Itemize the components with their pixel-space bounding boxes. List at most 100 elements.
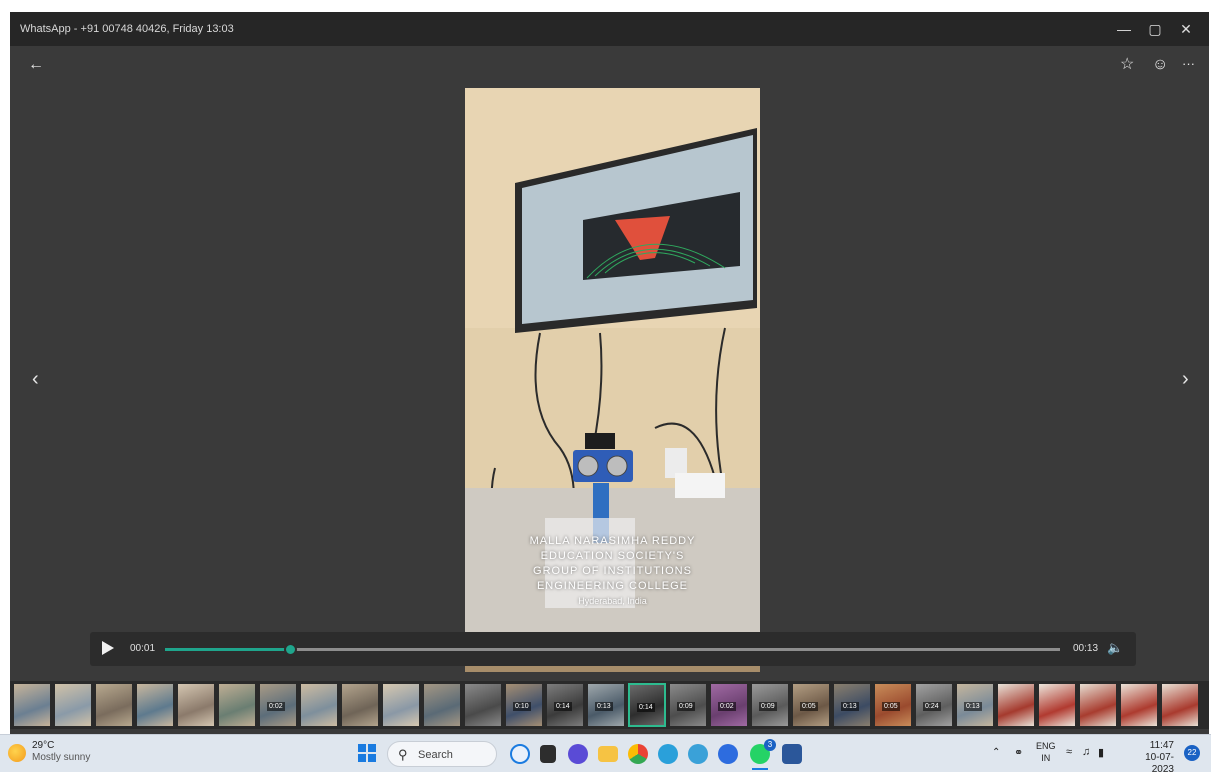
college-watermark: MALLA NARASIMHA REDDY EDUCATION SOCIETY'… [465, 534, 760, 609]
filmstrip-thumbnail[interactable] [95, 683, 133, 727]
filmstrip-thumbnail[interactable] [300, 683, 338, 727]
filmstrip-thumbnail[interactable] [54, 683, 92, 727]
thumbnail-duration: 0:13 [595, 702, 613, 711]
emoji-react-icon[interactable]: ☺ [1152, 55, 1168, 75]
thumbnail-duration: 0:14 [637, 703, 655, 712]
play-icon[interactable] [102, 641, 114, 655]
thumbnail-duration: 0:13 [841, 702, 859, 711]
weather-temp: 29°C [32, 740, 55, 751]
watermark-line: ENGINEERING COLLEGE [536, 580, 689, 592]
window-title: WhatsApp - +91 00748 40426, Friday 13:03 [20, 23, 234, 35]
filmstrip-thumbnail[interactable]: 0:09 [669, 683, 707, 727]
filmstrip-thumbnail[interactable]: 0:05 [792, 683, 830, 727]
teams-chat-icon[interactable] [568, 744, 588, 764]
bing-icon[interactable] [510, 744, 530, 764]
filmstrip-thumbnail[interactable]: 0:02 [710, 683, 748, 727]
task-view-icon[interactable] [540, 745, 556, 763]
filmstrip-thumbnail[interactable] [218, 683, 256, 727]
watermark-line: EDUCATION SOCIETY'S [540, 550, 685, 562]
weather-widget[interactable]: 29°C Mostly sunny [32, 740, 90, 764]
filmstrip-thumbnail[interactable]: 0:14 [546, 683, 584, 727]
media-stage: ‹ › MALLA NARASIMHA REDDY EDUCATION SOCI… [10, 86, 1209, 672]
tray-overflow-icon[interactable]: ⌃ [992, 747, 1000, 758]
seek-bar-progress [165, 648, 291, 651]
search-icon: ⚲ [398, 747, 408, 762]
filmstrip-thumbnail[interactable]: 0:13 [956, 683, 994, 727]
filmstrip-thumbnail[interactable] [1120, 683, 1158, 727]
clock-date: 10-07-2023 [1145, 752, 1174, 775]
volume-icon[interactable]: 🔈 [1107, 640, 1123, 656]
start-windows-icon[interactable] [358, 744, 376, 762]
telegram-icon[interactable] [658, 744, 678, 764]
edge-icon[interactable] [688, 744, 708, 764]
clock-time: 11:47 [1149, 740, 1174, 751]
filmstrip-thumbnail[interactable]: 0:13 [833, 683, 871, 727]
lang-code: ENG [1036, 741, 1056, 751]
filmstrip-thumbnail[interactable] [341, 683, 379, 727]
search-label: Search [418, 749, 453, 761]
taskbar-search[interactable]: ⚲ Search [387, 741, 497, 767]
restore-button[interactable]: ▢ [1142, 18, 1168, 40]
star-icon[interactable]: ☆ [1120, 55, 1134, 75]
watermark-line: MALLA NARASIMHA REDDY [529, 535, 696, 547]
filmstrip-thumbnail[interactable]: 0:05 [874, 683, 912, 727]
watermark-location: Hyderabad, India [578, 596, 647, 606]
thumbnail-duration: 0:05 [800, 702, 818, 711]
weather-desc: Mostly sunny [32, 752, 91, 763]
windows-taskbar: 29°C Mostly sunny ⚲ Search 3 ⌃ ⚭ ENG IN … [0, 734, 1211, 775]
thumbnail-duration: 0:09 [677, 702, 695, 711]
duration: 00:13 [1073, 643, 1099, 654]
media-viewer-window: WhatsApp - +91 00748 40426, Friday 13:03… [10, 12, 1209, 734]
chrome-icon[interactable] [628, 744, 648, 764]
media-filmstrip: 0:02 0:10 0:14 0:13 0:14 0:09 0:02 0:09 0:05 0:13… [10, 681, 1209, 729]
thumbnail-duration: 0:09 [759, 702, 777, 711]
filmstrip-thumbnail[interactable] [1161, 683, 1199, 727]
weather-sun-icon[interactable] [8, 744, 26, 762]
filmstrip-thumbnail[interactable] [136, 683, 174, 727]
watermark-line: GROUP OF INSTITUTIONS [533, 565, 692, 577]
battery-icon[interactable]: ▮ [1098, 746, 1104, 759]
filmstrip-thumbnail[interactable] [997, 683, 1035, 727]
filmstrip-thumbnail[interactable]: 0:09 [751, 683, 789, 727]
filmstrip-thumbnail[interactable] [13, 683, 51, 727]
thumbnail-duration: 0:10 [513, 702, 531, 711]
back-arrow-icon[interactable]: ← [28, 55, 44, 75]
thumbnail-duration: 0:05 [882, 702, 900, 711]
speaker-icon[interactable]: ♫ [1082, 746, 1090, 758]
filmstrip-thumbnail[interactable] [1038, 683, 1076, 727]
filmstrip-thumbnail[interactable]: 0:14 [628, 683, 666, 727]
thumbnail-duration: 0:14 [554, 702, 572, 711]
whatsapp-badge: 3 [764, 739, 776, 751]
filmstrip-thumbnail[interactable]: 0:02 [259, 683, 297, 727]
thumbnail-duration: 0:24 [923, 702, 941, 711]
close-button[interactable]: ✕ [1173, 18, 1199, 40]
wifi-icon[interactable]: ≈ [1066, 746, 1072, 758]
filmstrip-thumbnail[interactable] [177, 683, 215, 727]
language-indicator[interactable]: ENG IN [1036, 740, 1056, 764]
file-explorer-icon[interactable] [598, 746, 618, 762]
filmstrip-thumbnail[interactable]: 0:24 [915, 683, 953, 727]
minimize-button[interactable]: — [1111, 18, 1137, 40]
clock[interactable]: 11:47 10-07-2023 [1124, 740, 1174, 776]
microphone-icon[interactable]: ⚭ [1014, 746, 1023, 759]
thumbnail-duration: 0:02 [718, 702, 736, 711]
zoom-icon[interactable] [718, 744, 738, 764]
previous-media-icon[interactable]: ‹ [32, 368, 39, 391]
next-media-icon[interactable]: › [1182, 368, 1189, 391]
seek-bar[interactable] [165, 643, 1060, 656]
filmstrip-thumbnail[interactable] [1079, 683, 1117, 727]
filmstrip-thumbnail[interactable] [464, 683, 502, 727]
more-options-icon[interactable]: ··· [1182, 54, 1195, 74]
viewer-toolbar: ← ☆ ☺ ··· [10, 46, 1209, 86]
video-frame[interactable]: MALLA NARASIMHA REDDY EDUCATION SOCIETY'… [465, 88, 760, 672]
notification-badge[interactable]: 22 [1184, 745, 1200, 761]
filmstrip-thumbnail[interactable] [423, 683, 461, 727]
video-controls: 00:01 00:13 🔈 [90, 632, 1136, 666]
current-time: 00:01 [130, 643, 156, 654]
filmstrip-thumbnail[interactable] [382, 683, 420, 727]
seek-handle[interactable] [284, 643, 298, 656]
filmstrip-thumbnail[interactable]: 0:13 [587, 683, 625, 727]
word-icon[interactable] [782, 744, 802, 764]
active-app-indicator [752, 768, 768, 770]
filmstrip-thumbnail[interactable]: 0:10 [505, 683, 543, 727]
